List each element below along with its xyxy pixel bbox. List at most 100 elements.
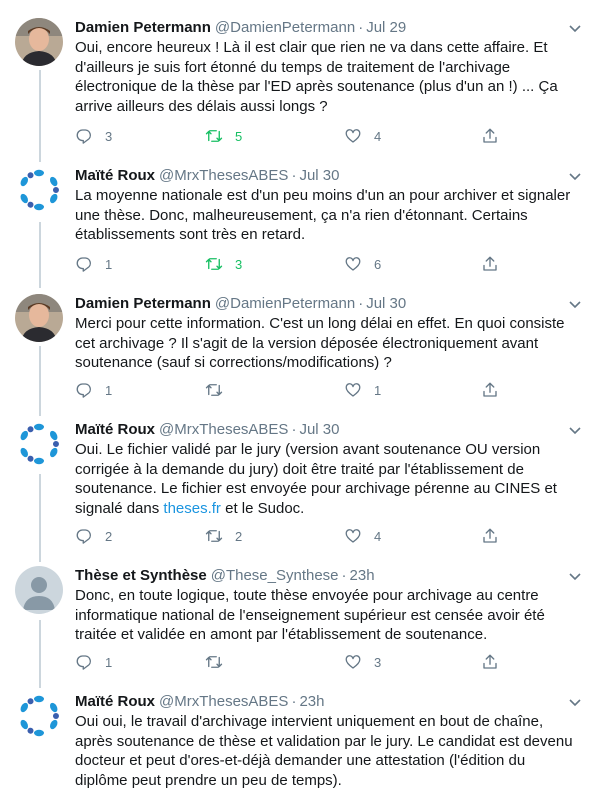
heart-icon [345,383,361,397]
share-icon [483,128,497,143]
timestamp[interactable]: Jul 30 [299,167,339,184]
reply-button[interactable]: 1 [75,254,112,274]
separator: · [291,693,297,710]
avatar[interactable] [15,166,63,214]
avatar[interactable] [15,566,63,614]
separator: · [358,295,364,312]
retweet-count: 2 [235,528,243,544]
retweet-button[interactable]: 3 [205,254,242,274]
retweet-button[interactable] [205,380,235,400]
tweet-actions: 3 5 4 [75,126,575,146]
avatar[interactable] [15,294,63,342]
author-handle[interactable]: @MrxThesesABES [159,421,288,438]
timestamp[interactable]: Jul 30 [299,421,339,438]
tweet-text: Oui. Le fichier validé par le jury (vers… [75,440,577,518]
tweet[interactable]: Damien Petermann @DamienPetermann · Jul 29 … [0,18,593,158]
tweet-text: Oui oui, le travail d'archivage intervie… [75,713,573,789]
retweet-count: 3 [235,256,243,272]
reply-button[interactable]: 2 [75,526,112,546]
retweet-button[interactable]: 5 [205,126,242,146]
reply-button[interactable]: 3 [75,126,112,146]
share-icon [483,256,497,271]
tweet-header: Damien Petermann @DamienPetermann · Jul 30 [75,294,406,314]
like-button[interactable]: 4 [344,526,381,546]
timestamp[interactable]: 23h [350,567,375,584]
tweet-actions: 2 2 4 [75,526,575,546]
reply-icon [76,655,91,670]
tweet[interactable]: Maïté Roux @MrxThesesABES · Jul 30 Oui. Le … [0,420,593,556]
like-count: 6 [374,256,382,272]
author-name[interactable]: Damien Petermann [75,19,211,36]
chevron-down-icon[interactable] [567,296,583,312]
share-button[interactable] [481,254,499,274]
like-button[interactable]: 3 [344,652,381,672]
tweet-header: Maïté Roux @MrxThesesABES · 23h [75,692,324,712]
share-button[interactable] [481,652,499,672]
like-button[interactable]: 6 [344,254,381,274]
tweet-text: Oui, encore heureux ! Là il est clair qu… [75,39,558,115]
avatar[interactable] [15,420,63,468]
chevron-down-icon[interactable] [567,422,583,438]
like-button[interactable]: 4 [344,126,381,146]
timestamp[interactable]: 23h [299,693,324,710]
tweet-header: Damien Petermann @DamienPetermann · Jul 29 [75,18,406,38]
share-button[interactable] [481,380,499,400]
tweet[interactable]: Maïté Roux @MrxThesesABES · 23h Oui oui, le… [0,692,593,790]
like-button[interactable]: 1 [344,380,381,400]
author-name[interactable]: Maïté Roux [75,421,155,438]
heart-icon [345,529,361,543]
separator: · [291,167,297,184]
chevron-down-icon[interactable] [567,694,583,710]
share-button[interactable] [481,126,499,146]
chevron-down-icon[interactable] [567,568,583,584]
tweet[interactable]: Maïté Roux @MrxThesesABES · Jul 30 La moyen… [0,166,593,280]
share-icon [483,528,497,543]
like-count: 1 [374,382,382,398]
like-count: 3 [374,654,382,670]
retweet-button[interactable]: 2 [205,526,242,546]
reply-button[interactable]: 1 [75,380,112,400]
reply-count: 1 [105,654,113,670]
tweet-actions: 1 3 [75,652,575,672]
avatar[interactable] [15,18,63,66]
reply-count: 2 [105,528,113,544]
reply-button[interactable]: 1 [75,652,112,672]
author-handle[interactable]: @MrxThesesABES [159,167,288,184]
reply-count: 3 [105,128,113,144]
author-name[interactable]: Maïté Roux [75,167,155,184]
avatar[interactable] [15,692,63,740]
tweet-text-end: et le Sudoc. [220,499,305,517]
tweet-actions: 1 1 [75,380,575,400]
author-handle[interactable]: @DamienPetermann [215,295,355,312]
tweet-text: Merci pour cette information. C'est un l… [75,315,565,371]
retweet-button[interactable] [205,652,235,672]
author-handle[interactable]: @DamienPetermann [215,19,355,36]
tweet-link[interactable]: theses.fr [163,500,221,517]
tweet[interactable]: Damien Petermann @DamienPetermann · Jul 30 … [0,294,593,406]
retweet-icon [205,656,223,668]
conversation-thread: Damien Petermann @DamienPetermann · Jul 29 … [0,0,593,790]
reply-count: 1 [105,382,113,398]
share-icon [483,382,497,397]
chevron-down-icon[interactable] [567,20,583,36]
tweet-header: Thèse et Synthèse @These_Synthese · 23h [75,566,375,586]
chevron-down-icon[interactable] [567,168,583,184]
tweet[interactable]: Thèse et Synthèse @These_Synthese · 23h Don… [0,566,593,680]
retweet-count: 5 [235,128,243,144]
separator: · [291,421,297,438]
tweet-actions: 1 3 6 [75,254,575,274]
author-handle[interactable]: @MrxThesesABES [159,693,288,710]
heart-icon [345,655,361,669]
author-name[interactable]: Thèse et Synthèse [75,567,207,584]
author-name[interactable]: Damien Petermann [75,295,211,312]
author-name[interactable]: Maïté Roux [75,693,155,710]
retweet-icon [205,258,223,270]
tweet-text: La moyenne nationale est d'un peu moins … [75,187,571,243]
author-handle[interactable]: @These_Synthese [211,567,339,584]
timestamp[interactable]: Jul 29 [366,19,406,36]
retweet-icon [205,530,223,542]
share-button[interactable] [481,526,499,546]
tweet-text: Donc, en toute logique, toute thèse envo… [75,587,545,643]
separator: · [358,19,364,36]
timestamp[interactable]: Jul 30 [366,295,406,312]
